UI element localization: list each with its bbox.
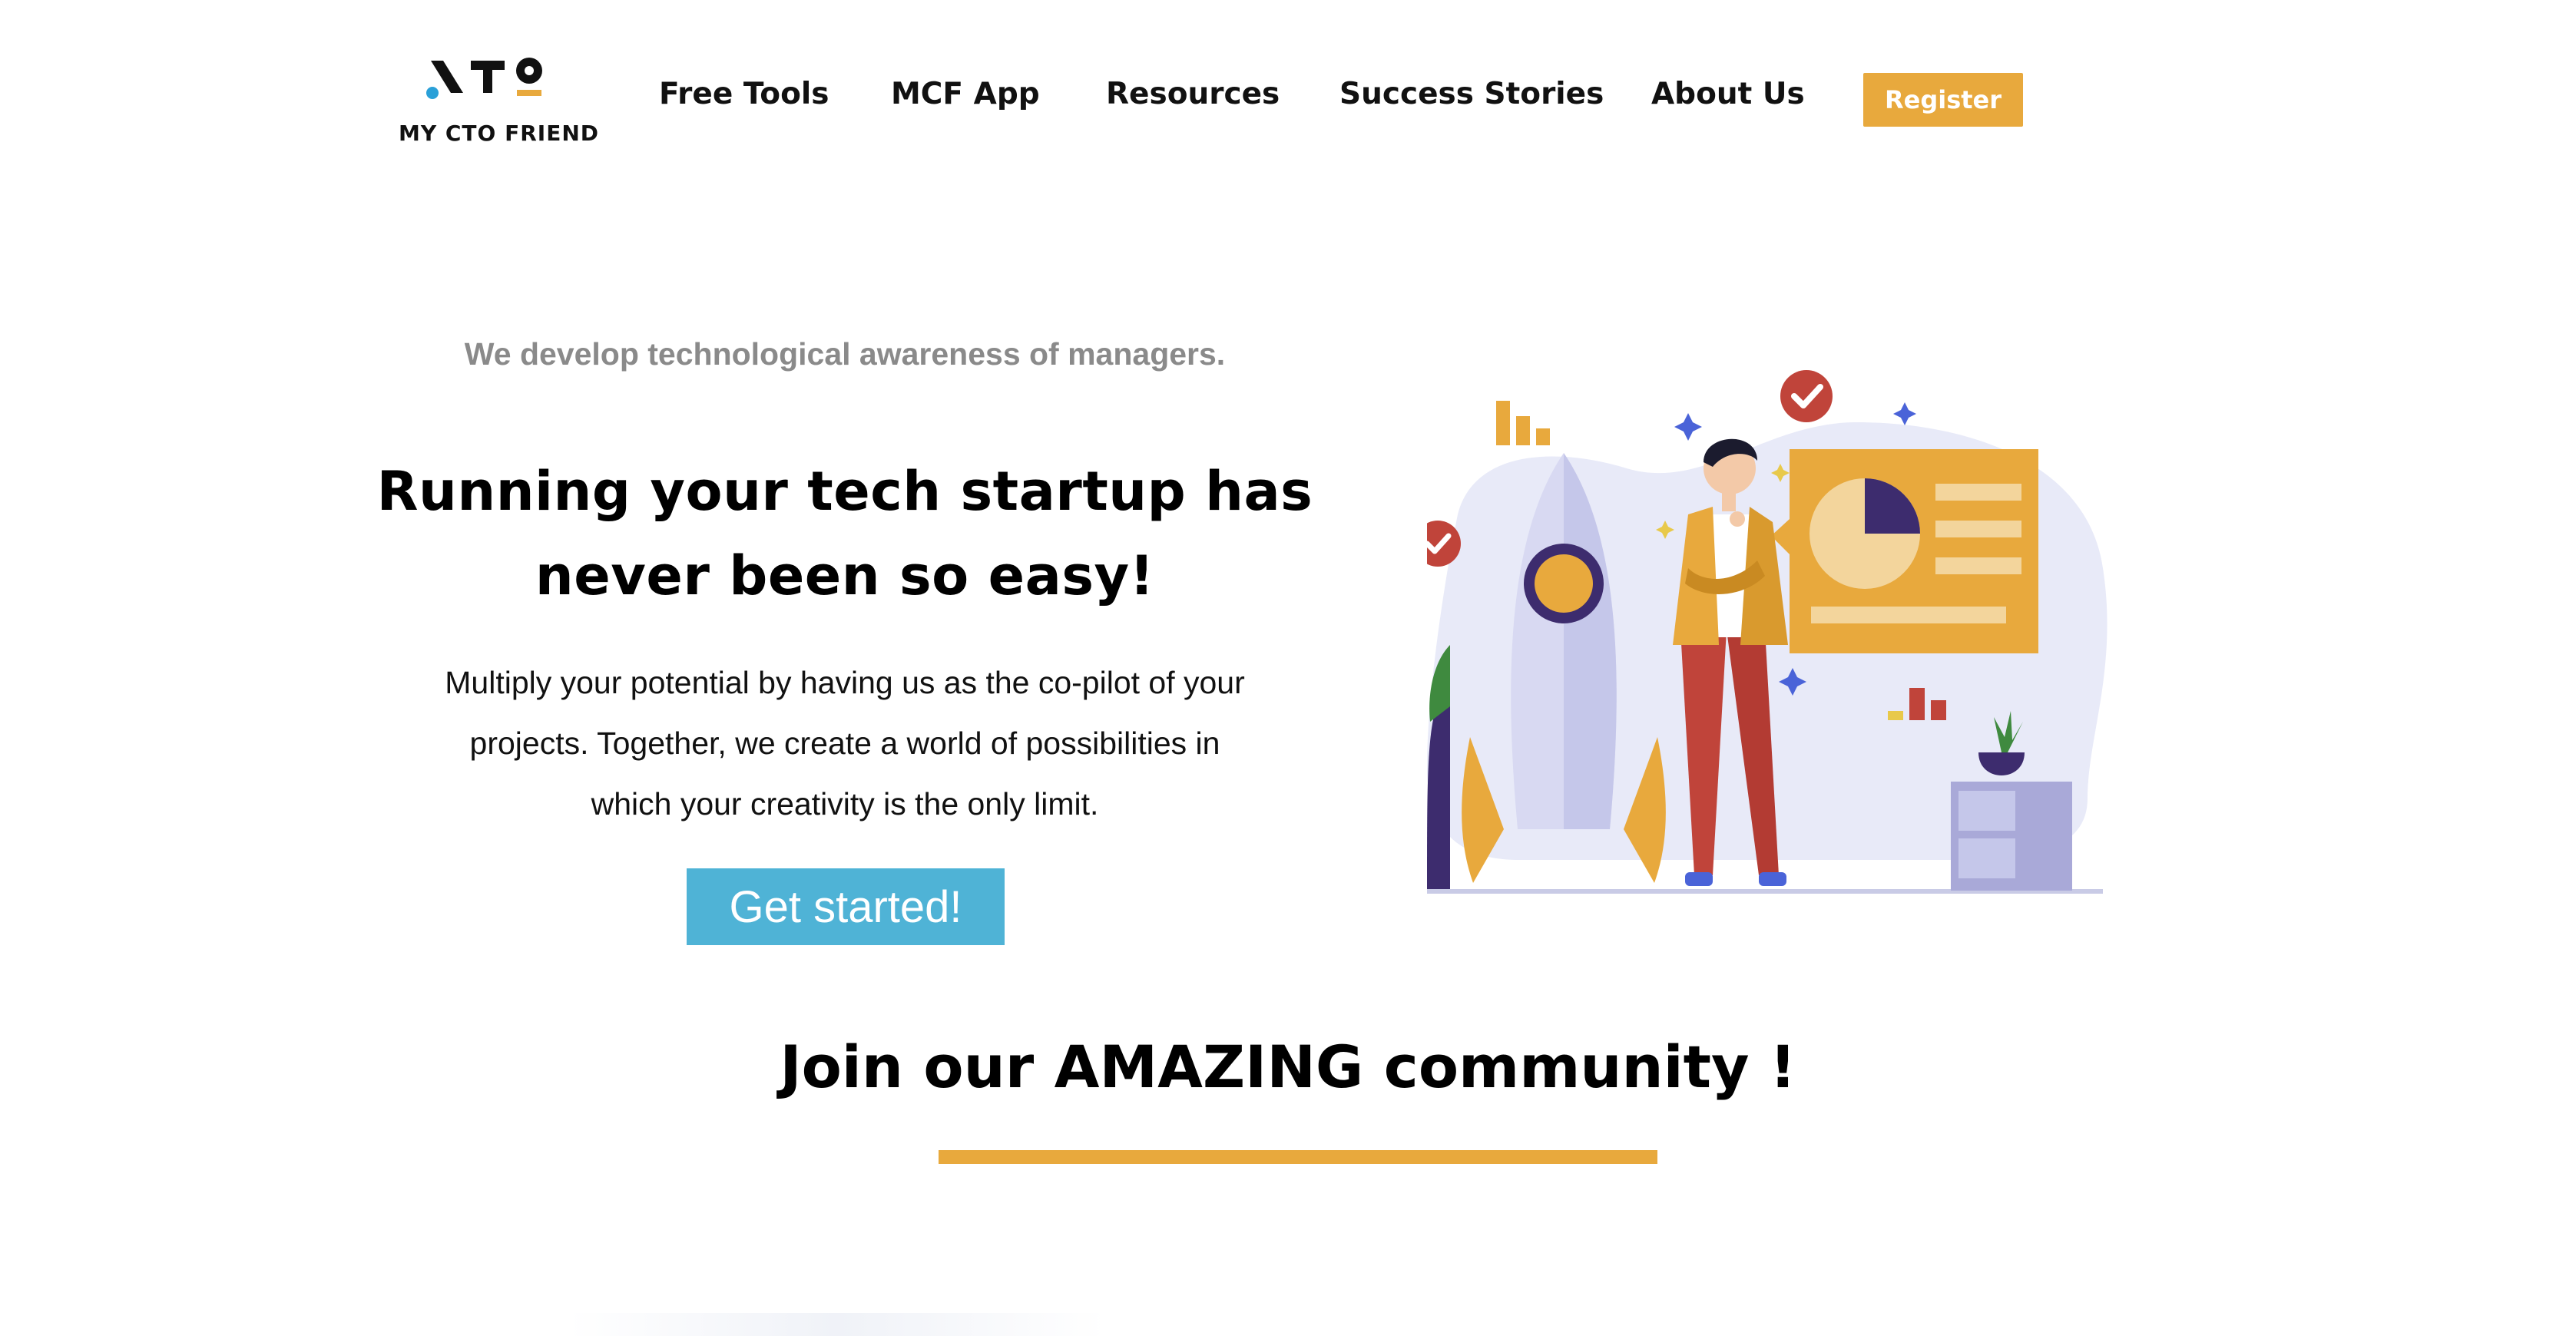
nav-resources[interactable]: Resources [1106, 77, 1280, 111]
hero-tagline: We develop technological awareness of ma… [464, 336, 1226, 372]
hero-description-line: which your creativity is the only limit. [591, 786, 1099, 822]
hero-description-line: projects. Together, we create a world of… [469, 726, 1220, 761]
nav-about-us[interactable]: About Us [1651, 77, 1805, 111]
hero-illustration [1427, 370, 2107, 894]
nav-success-stories[interactable]: Success Stories [1339, 77, 1604, 111]
site-logo[interactable]: MY CTO FRIEND [388, 50, 611, 157]
community-title: Join our AMAZING community ! [780, 1033, 1796, 1101]
nav-free-tools[interactable]: Free Tools [659, 77, 829, 111]
logo-mark-icon [426, 58, 542, 99]
logo-text: MY CTO FRIEND [399, 121, 599, 146]
hero-title-line: never been so easy! [535, 544, 1155, 607]
hero-description-line: Multiply your potential by having us as … [445, 665, 1245, 700]
hero-title-line: Running your tech startup has [376, 460, 1313, 523]
check-badge-icon [1780, 370, 1833, 422]
nav-mcf-app[interactable]: MCF App [891, 77, 1040, 111]
hero-title: Running your tech startup has never been… [346, 449, 1344, 618]
bar-chart-icon [1496, 401, 1550, 445]
get-started-button[interactable]: Get started! [687, 868, 1005, 945]
faint-content-strip [568, 1313, 1106, 1336]
register-button[interactable]: Register [1863, 73, 2023, 127]
community-underline [939, 1150, 1657, 1164]
page: MY CTO FRIEND Free Tools MCF App Resourc… [0, 0, 2576, 1339]
cabinet-illustration [1951, 782, 2072, 891]
hero-description: Multiply your potential by having us as … [384, 653, 1306, 835]
presentation-board-illustration [1771, 449, 2038, 653]
